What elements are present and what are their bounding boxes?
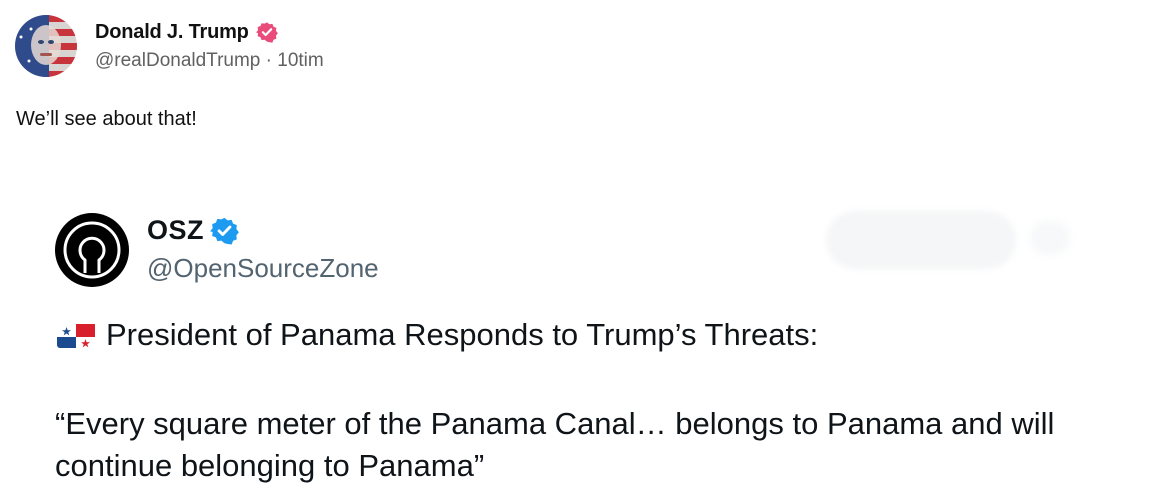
quoted-headline: President of Panama Responds to Trump’s … [57,317,818,353]
post-body-text: We’ll see about that! [16,108,197,130]
quoted-author-name-row: OSZ [147,215,239,246]
post-header: Donald J. Trump @realDonaldTrump · 10tim [15,15,324,77]
author-display-name[interactable]: Donald J. Trump [95,21,249,44]
verified-badge-icon [210,216,239,245]
verified-badge-icon [255,21,278,43]
blurred-more-icon [1030,221,1070,255]
quoted-author-handle: @OpenSourceZone [147,253,379,283]
quoted-author-display-name: OSZ [147,215,205,245]
embedded-tweet-screenshot[interactable]: OSZ @OpenSourceZone President of Panama … [0,195,1152,495]
author-avatar[interactable] [15,15,77,77]
quoted-statement: “Every square meter of the Panama Canal…… [55,406,1055,483]
author-handle[interactable]: @realDonaldTrump [95,50,260,71]
blurred-follow-button [826,211,1016,269]
author-meta: Donald J. Trump @realDonaldTrump · 10tim [95,18,324,72]
flag-portrait-avatar-icon [15,15,77,77]
quoted-headline-text: President of Panama Responds to Trump’s … [106,317,819,352]
open-source-logo-icon [55,213,129,287]
author-name-row: Donald J. Trump [95,18,324,46]
panama-flag-icon [57,322,95,348]
author-handle-row: @realDonaldTrump · 10tim [95,50,324,72]
post-time[interactable]: 10tim [277,50,323,71]
meta-separator: · [265,50,278,71]
